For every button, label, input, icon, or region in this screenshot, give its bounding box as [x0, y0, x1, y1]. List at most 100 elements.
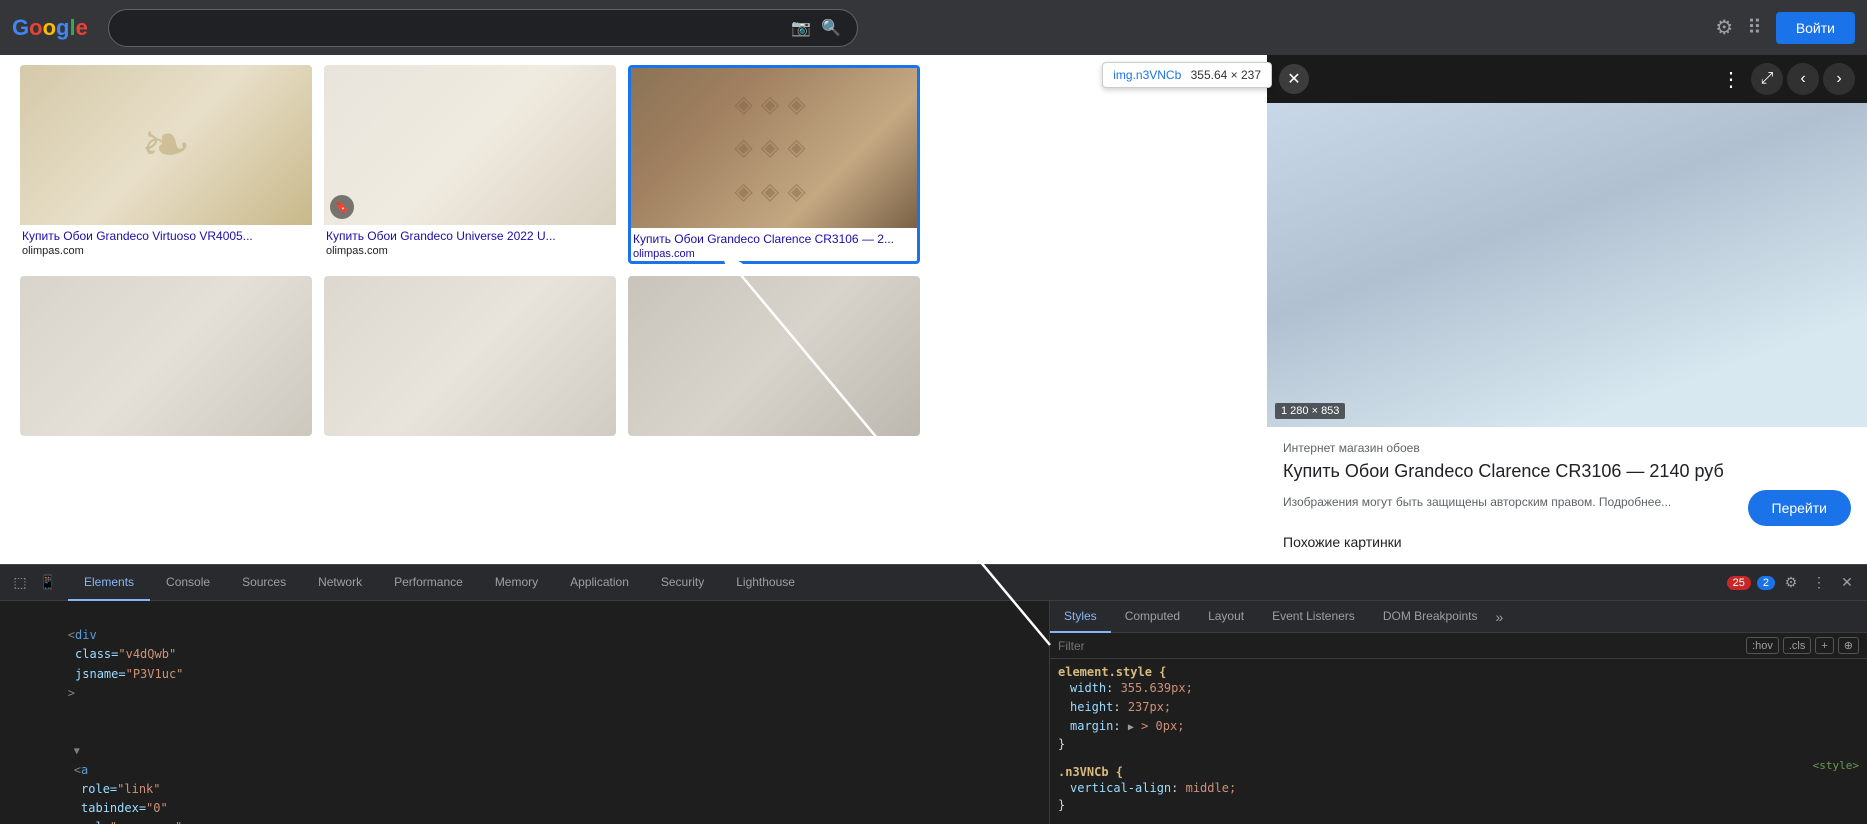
tab-console[interactable]: Console: [150, 565, 226, 601]
styles-filter-input[interactable]: [1058, 639, 1746, 653]
styles-tabs-more[interactable]: »: [1496, 609, 1504, 625]
tab-elements[interactable]: Elements: [68, 565, 150, 601]
styles-filter-bar: :hov .cls + ⊕: [1050, 633, 1867, 659]
image-card-4[interactable]: [324, 276, 616, 436]
preview-prev-button[interactable]: ‹: [1787, 63, 1819, 95]
preview-fullscreen-button[interactable]: ⤢: [1751, 63, 1783, 95]
filter-buttons: :hov .cls + ⊕: [1746, 637, 1859, 654]
css-origin-style: <style>: [1813, 759, 1859, 779]
image-thumbnail-2: [631, 68, 917, 228]
css-selector-n3vncb-text: .n3VNCb {: [1058, 765, 1123, 779]
css-selector-element: element.style {: [1058, 665, 1859, 679]
new-rule-button[interactable]: ⊕: [1838, 637, 1859, 654]
signin-button[interactable]: Войти: [1776, 12, 1855, 44]
elements-panel: <div class="v4dQwb" jsname="P3V1uc" > ▼ …: [0, 601, 1050, 824]
image-card-3[interactable]: [20, 276, 312, 436]
html-line-1: ▼ <a role="link" tabindex="0" rel="noope…: [8, 722, 1041, 824]
devtools-settings-button[interactable]: ⚙: [1779, 571, 1803, 595]
styles-content: element.style { width: 355.639px; height…: [1050, 659, 1867, 824]
card-domain-0: olimpas.com: [20, 244, 312, 258]
search-input[interactable]: site:www.olimpas.com grandeco: [125, 19, 791, 36]
css-prop-width: width: 355.639px;: [1058, 679, 1859, 698]
bookmark-icon: 🔖: [330, 195, 354, 219]
image-thumbnail-3: [20, 276, 312, 436]
tooltip-classname: img.n3VNCb: [1113, 68, 1181, 82]
settings-icon[interactable]: ⚙: [1715, 15, 1733, 40]
search-icon[interactable]: 🔍: [821, 18, 841, 38]
styles-tab-event-listeners[interactable]: Event Listeners: [1258, 601, 1369, 633]
card-domain-2: olimpas.com: [631, 247, 917, 261]
image-thumbnail-0: [20, 65, 312, 225]
camera-icon[interactable]: 📷: [791, 18, 811, 38]
css-prop-height: height: 237px;: [1058, 698, 1859, 717]
add-style-button[interactable]: +: [1815, 637, 1833, 654]
css-block-close-1: }: [1058, 798, 1859, 812]
styles-panel: Styles Computed Layout Event Listeners D…: [1050, 601, 1867, 824]
preview-copyright: Изображения могут быть защищены авторски…: [1283, 495, 1671, 509]
similar-label: Похожие картинки: [1283, 526, 1851, 550]
css-selector-text: element.style {: [1058, 665, 1166, 679]
image-thumbnail-1: 🔖: [324, 65, 616, 225]
preview-next-button[interactable]: ›: [1823, 63, 1855, 95]
preview-header: ✕ ⋮ ⤢ ‹ ›: [1267, 55, 1867, 103]
card-title-0: Купить Обои Grandeco Virtuoso VR4005...: [20, 225, 312, 244]
image-thumbnail-5: [628, 276, 920, 436]
chrome-right: ⚙ ⠿ Войти: [1715, 12, 1855, 44]
search-results: Купить Обои Grandeco Virtuoso VR4005... …: [0, 55, 1267, 564]
css-block-element-style: element.style { width: 355.639px; height…: [1058, 665, 1859, 751]
card-title-1: Купить Обои Grandeco Universe 2022 U...: [324, 225, 616, 244]
go-to-page-button[interactable]: Перейти: [1748, 490, 1851, 526]
styles-tab-styles[interactable]: Styles: [1050, 601, 1111, 633]
styles-tab-layout[interactable]: Layout: [1194, 601, 1258, 633]
tab-network[interactable]: Network: [302, 565, 378, 601]
inspect-element-button[interactable]: ⬚: [8, 571, 32, 595]
image-card-1[interactable]: 🔖 Купить Обои Grandeco Universe 2022 U..…: [324, 65, 616, 264]
tab-security[interactable]: Security: [645, 565, 720, 601]
card-domain-1: olimpas.com: [324, 244, 616, 258]
devtools-right-icons: 25 2 ⚙ ⋮ ✕: [1727, 571, 1867, 595]
image-card-5[interactable]: [628, 276, 920, 436]
preview-image: 1 280 × 853: [1267, 103, 1867, 427]
devtools-close-button[interactable]: ✕: [1835, 571, 1859, 595]
devtools-panel: ⬚ 📱 Elements Console Sources Network Per…: [0, 564, 1867, 824]
info-count-badge: 2: [1757, 576, 1775, 590]
tab-performance[interactable]: Performance: [378, 565, 479, 601]
devtools-left-icons: ⬚ 📱: [0, 571, 68, 595]
devtools-body: <div class="v4dQwb" jsname="P3V1uc" > ▼ …: [0, 601, 1867, 824]
google-logo: Google: [12, 15, 88, 41]
preview-source: Интернет магазин обоев: [1283, 441, 1851, 455]
html-line-0: <div class="v4dQwb" jsname="P3V1uc" >: [8, 607, 1041, 722]
preview-actions-button[interactable]: ⋮: [1715, 63, 1747, 95]
image-thumbnail-4: [324, 276, 616, 436]
tab-memory[interactable]: Memory: [479, 565, 554, 601]
preview-info: Интернет магазин обоев Купить Обои Grand…: [1267, 427, 1867, 564]
apps-icon[interactable]: ⠿: [1747, 15, 1762, 40]
search-bar[interactable]: site:www.olimpas.com grandeco 📷 🔍: [108, 9, 858, 47]
css-block-close-0: }: [1058, 737, 1859, 751]
tab-application[interactable]: Application: [554, 565, 645, 601]
device-toggle-button[interactable]: 📱: [36, 571, 60, 595]
tab-lighthouse[interactable]: Lighthouse: [720, 565, 811, 601]
tab-sources[interactable]: Sources: [226, 565, 302, 601]
error-count-badge: 25: [1727, 576, 1751, 590]
styles-tab-dom-breakpoints[interactable]: DOM Breakpoints: [1369, 601, 1492, 633]
preview-nav: ⋮ ⤢ ‹ ›: [1715, 63, 1855, 95]
css-prop-vertical-align: vertical-align: middle;: [1058, 779, 1859, 798]
image-preview-panel: ✕ ⋮ ⤢ ‹ › 1 280 × 853 Интернет магазин о…: [1267, 55, 1867, 564]
css-selector-n3vncb: .n3VNCb { <style>: [1058, 759, 1859, 779]
element-tooltip: img.n3VNCb 355.64 × 237: [1102, 62, 1272, 88]
cls-filter-button[interactable]: .cls: [1783, 637, 1812, 654]
close-preview-button[interactable]: ✕: [1279, 64, 1309, 94]
devtools-toolbar: ⬚ 📱 Elements Console Sources Network Per…: [0, 565, 1867, 601]
styles-tab-computed[interactable]: Computed: [1111, 601, 1194, 633]
css-block-n3vncb: .n3VNCb { <style> vertical-align: middle…: [1058, 759, 1859, 812]
card-title-2: Купить Обои Grandeco Clarence CR3106 — 2…: [631, 228, 917, 247]
tooltip-size: 355.64 × 237: [1191, 68, 1261, 82]
preview-header-left: ✕: [1279, 64, 1309, 94]
image-card-0[interactable]: Купить Обои Grandeco Virtuoso VR4005... …: [20, 65, 312, 264]
preview-image-area: 1 280 × 853: [1267, 103, 1867, 427]
hov-filter-button[interactable]: :hov: [1746, 637, 1779, 654]
image-card-2[interactable]: Купить Обои Grandeco Clarence CR3106 — 2…: [628, 65, 920, 264]
devtools-more-button[interactable]: ⋮: [1807, 571, 1831, 595]
css-prop-margin: margin: ▶ > 0px;: [1058, 717, 1859, 736]
